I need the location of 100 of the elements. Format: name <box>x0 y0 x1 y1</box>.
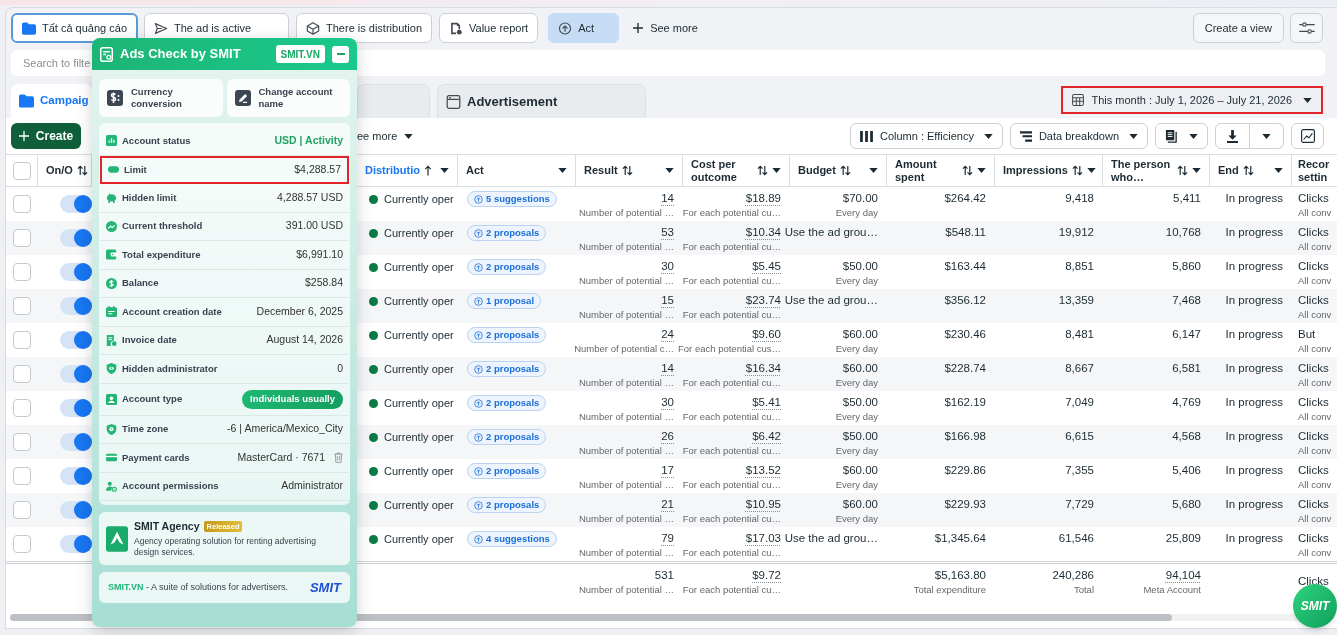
recommendations-button[interactable]: 1 proposal <box>467 293 542 309</box>
panel-action-button[interactable]: Currency conversion <box>99 79 223 117</box>
filter-tab[interactable]: There is distribution <box>296 13 432 43</box>
status-dot-icon <box>369 501 378 510</box>
column-header[interactable]: Result <box>576 155 683 186</box>
budget-value: Use the ad grou… <box>784 225 878 240</box>
result-note: Number of potential … <box>578 512 674 525</box>
total-amount-spent: $5,163.80 <box>934 568 986 583</box>
reports-dropdown[interactable] <box>1155 123 1208 149</box>
filter-tab[interactable]: Act <box>548 13 620 43</box>
toggle-switch[interactable] <box>60 297 92 315</box>
toggle-switch[interactable] <box>60 399 92 417</box>
recommendations-button[interactable]: 2 proposals <box>467 361 547 377</box>
column-header[interactable]: Act <box>458 155 576 186</box>
row-checkbox[interactable] <box>13 365 31 383</box>
row-checkbox[interactable] <box>13 229 31 247</box>
info-label: Invoice date <box>122 333 177 348</box>
cost-note: For each potential cu… <box>682 376 781 389</box>
level-tab[interactable]: Advertisement <box>437 84 646 118</box>
piggy-bank-icon <box>106 192 117 204</box>
panel-action-button[interactable]: Change account name <box>226 79 350 117</box>
row-checkbox[interactable] <box>13 501 31 519</box>
row-checkbox[interactable] <box>13 433 31 451</box>
status-dot-icon <box>369 467 378 476</box>
recommendations-button[interactable]: 2 proposals <box>467 497 547 513</box>
impressions-count: 8,667 <box>1065 361 1094 376</box>
recommendations-button[interactable]: 2 proposals <box>467 429 547 445</box>
toggle-switch[interactable] <box>60 467 92 485</box>
sort-icon <box>1177 165 1188 176</box>
result-value: 30 <box>661 259 674 274</box>
minimize-button[interactable] <box>332 45 349 63</box>
row-checkbox[interactable] <box>13 263 31 281</box>
create-button[interactable]: Create <box>11 123 81 149</box>
id-card-icon <box>106 393 117 405</box>
column-header[interactable]: End <box>1210 155 1292 186</box>
column-header[interactable]: Impressions <box>995 155 1103 186</box>
toggle-switch[interactable] <box>60 433 92 451</box>
promo-title: SMIT Agency <box>134 518 200 534</box>
recommendations-button[interactable]: 2 proposals <box>467 327 547 343</box>
record-setting: Clicks <box>1298 429 1329 444</box>
recommendations-button[interactable]: 5 suggestions <box>467 191 557 207</box>
status-value: USD | Activity <box>274 132 343 148</box>
recommendations-button[interactable]: 2 proposals <box>467 395 547 411</box>
result-value: 26 <box>661 429 674 444</box>
see-more-button[interactable]: See more <box>631 13 700 43</box>
toggle-switch[interactable] <box>60 535 92 553</box>
cost-note: For each potential cu… <box>682 206 781 219</box>
people-count: 7,468 <box>1172 293 1201 308</box>
column-header[interactable]: Amount spent <box>887 155 995 186</box>
column-header[interactable]: The person who… <box>1103 155 1210 186</box>
status-text: Currently oper <box>384 362 454 377</box>
record-note: All conv <box>1298 512 1332 525</box>
column-header[interactable]: Cost per outcome <box>683 155 790 186</box>
amount-spent: $163.44 <box>944 259 986 274</box>
columns-dropdown[interactable]: Column : Efficiency <box>849 123 1003 149</box>
date-range-button[interactable]: This month : July 1, 2026 – July 21, 2026 <box>1061 86 1323 114</box>
select-all-checkbox[interactable] <box>12 161 31 180</box>
create-view-button[interactable]: Create a view <box>1192 13 1284 43</box>
toggle-switch[interactable] <box>60 229 92 247</box>
row-checkbox[interactable] <box>13 467 31 485</box>
see-more-dropdown[interactable]: ee more <box>357 123 414 149</box>
chart-button[interactable] <box>1291 123 1324 149</box>
row-checkbox[interactable] <box>13 195 31 213</box>
row-checkbox[interactable] <box>13 399 31 417</box>
recommendations-button[interactable]: 2 proposals <box>467 225 547 241</box>
column-header[interactable]: Budget <box>790 155 887 186</box>
info-value: $258.84 <box>305 275 343 291</box>
data-breakdown-dropdown[interactable]: Data breakdown <box>1009 123 1148 149</box>
recommendations-button[interactable]: 2 proposals <box>467 259 547 275</box>
info-value: 0 <box>337 360 343 376</box>
end-status: In progress <box>1225 395 1283 410</box>
toggle-switch[interactable] <box>60 195 92 213</box>
row-checkbox[interactable] <box>13 535 31 553</box>
cost-value: $9.60 <box>752 327 781 342</box>
export-button[interactable] <box>1215 123 1250 149</box>
recommendations-button[interactable]: 2 proposals <box>467 463 547 479</box>
column-header[interactable]: Recor settin <box>1292 155 1336 186</box>
record-note: All conv <box>1298 274 1332 287</box>
level-tab[interactable]: Campaig <box>11 84 92 118</box>
toggle-switch[interactable] <box>60 263 92 281</box>
toggle-switch[interactable] <box>60 331 92 349</box>
account-type-badge: Individuals usually <box>242 389 343 409</box>
recommendations-button[interactable]: 4 suggestions <box>467 531 557 547</box>
trash-icon[interactable] <box>334 452 343 464</box>
calendar-icon <box>106 306 117 318</box>
toggle-switch[interactable] <box>60 365 92 383</box>
caret-icon <box>1189 133 1198 139</box>
info-value: $4,288.57 <box>294 161 341 177</box>
arrow-up-circle-icon <box>474 500 483 510</box>
filter-tab[interactable]: Tất cả quảng cáo <box>11 13 138 43</box>
impressions-count: 7,729 <box>1065 497 1094 512</box>
impressions-count: 9,418 <box>1065 191 1094 206</box>
export-menu-button[interactable] <box>1250 123 1284 149</box>
toggle-switch[interactable] <box>60 501 92 519</box>
settings-button[interactable] <box>1290 13 1323 43</box>
filter-tab[interactable]: Value report <box>439 13 539 43</box>
row-checkbox[interactable] <box>13 297 31 315</box>
row-checkbox[interactable] <box>13 331 31 349</box>
impressions-count: 6,615 <box>1065 429 1094 444</box>
record-note: All conv <box>1298 478 1332 491</box>
